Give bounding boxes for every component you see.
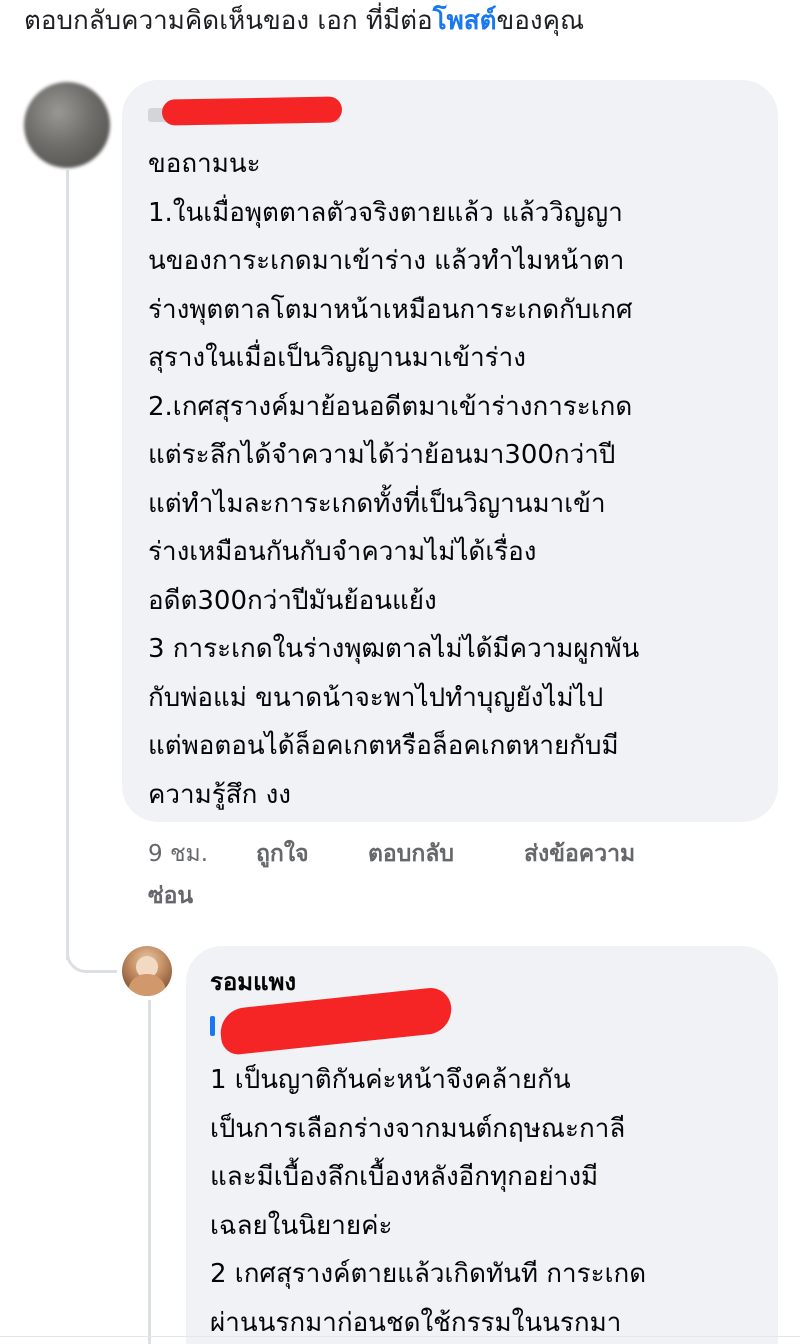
header-text: ตอบกลับความคิดเห็นของ เอก ที่มีต่อ xyxy=(24,6,433,36)
commenter-avatar[interactable] xyxy=(24,82,110,168)
mention-link-fragment xyxy=(210,1016,215,1036)
mention-redacted[interactable] xyxy=(210,986,454,1056)
bottom-divider xyxy=(0,1336,800,1337)
post-link[interactable]: โพสต์ xyxy=(433,6,497,36)
comment-line: ร่างเหมือนกันกับจำความไม่ได้เรื่อง xyxy=(148,537,537,567)
comment-line: นของการะเกดมาเข้าร่าง แล้วทำไมหน้าตา xyxy=(148,246,625,276)
send-message-button[interactable]: ส่งข้อความ xyxy=(524,836,635,872)
comment-line: แต่ระลึกได้จำความได้ว่าย้อนมา300กว่าปี xyxy=(148,440,616,470)
comment-line: 1.ในเมื่อพุตตาลตัวจริงตายแล้ว แล้ววิญญา xyxy=(148,197,623,228)
avatar-body xyxy=(128,974,166,996)
thread-connector-curve xyxy=(66,930,117,973)
reply-line: เป็นการเลือกร่างจากมนต์กฤษณะกาลี xyxy=(210,1113,626,1144)
reply-context-header: ตอบกลับความคิดเห็นของ เอก ที่มีต่อโพสต์ข… xyxy=(24,4,584,38)
commenter-name-redacted[interactable] xyxy=(148,96,343,128)
reply-line: เฉลยในนิยายค่ะ xyxy=(210,1210,393,1241)
comment-line: 2.เกศสุรางค์มาย้อนอดีตมาเข้าร่างการะเกด xyxy=(148,391,633,422)
like-button[interactable]: ถูกใจ xyxy=(256,836,309,872)
comment-line: ความรู้สึก งง xyxy=(148,779,291,810)
redaction-scribble xyxy=(218,986,454,1056)
reply-thread-line xyxy=(148,1000,151,1344)
reply-text: 1 เป็นญาติกันค่ะหน้าจึงคล้ายกัน เป็นการเ… xyxy=(210,1056,646,1344)
comment-line: ร่างพุตตาลโตมาหน้าเหมือนการะเกดกับเกศ xyxy=(148,294,633,325)
comment-line: แต่พอตอนได้ล็อคเกตหรือล็อคเกตหายกับมี xyxy=(148,731,619,761)
comment-thread-page: ตอบกลับความคิดเห็นของ เอก ที่มีต่อโพสต์ข… xyxy=(0,0,800,1344)
comment-line: ขอถามนะ xyxy=(148,149,261,179)
reply-line: 2 เกศสุรางค์ตายแล้วเกิดทันที การะเกด xyxy=(210,1259,647,1289)
comment-line: 3 การะเกดในร่างพุฒตาลไม่ได้มีความผูกพัน xyxy=(148,634,640,664)
comment-line: อดีต300กว่าปีมันย้อนแย้ง xyxy=(148,585,437,616)
reply-author-avatar[interactable] xyxy=(122,946,172,996)
redaction-scribble xyxy=(161,96,343,126)
reply-button[interactable]: ตอบกลับ xyxy=(368,836,454,872)
reply-line: และมีเบื้องลึกเบื้องหลังอีกทุกอย่างมี xyxy=(210,1162,599,1192)
comment-text: ขอถามนะ 1.ในเมื่อพุตตาลตัวจริงตายแล้ว แล… xyxy=(148,140,639,819)
comment-line: กับพ่อแม่ ขนาดน้าจะพาไปทำบุญยังไม่ไป xyxy=(148,682,604,713)
thread-connector-line xyxy=(66,170,69,960)
reply-line: ผ่านนรกมาก่อนชดใช้กรรมในนรกมา xyxy=(210,1307,622,1338)
comment-line: สุรางในเมื่อเป็นวิญญานมาเข้าร่าง xyxy=(148,343,526,373)
hide-button[interactable]: ซ่อน xyxy=(148,878,193,914)
header-text-end: ของคุณ xyxy=(496,6,585,36)
reply-line: 1 เป็นญาติกันค่ะหน้าจึงคล้ายกัน xyxy=(210,1065,571,1095)
comment-line: แต่ทำไมละการะเกดทั้งที่เป็นวิญานมาเข้า xyxy=(148,488,606,519)
comment-timestamp[interactable]: 9 ชม. xyxy=(148,836,208,872)
